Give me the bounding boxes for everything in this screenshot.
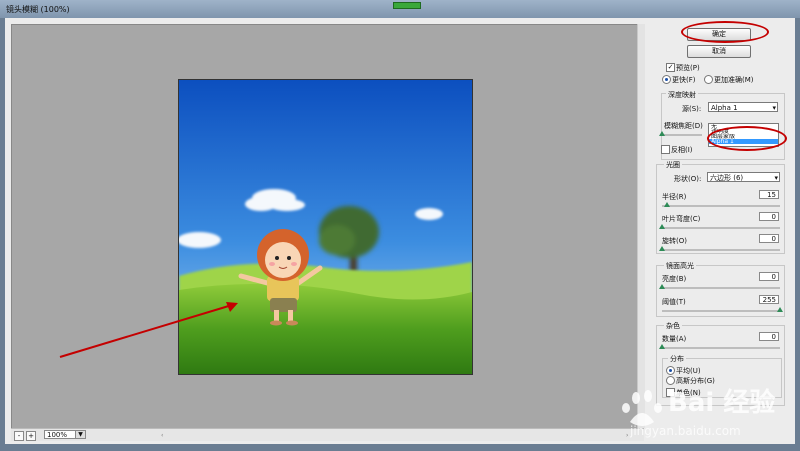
watermark: Bai 经验 jingyan.baidu.com <box>612 378 800 449</box>
brightness-label: 亮度(B) <box>662 275 687 283</box>
faster-radio[interactable] <box>662 75 671 84</box>
preview-label: 预览(P) <box>676 64 700 72</box>
zoom-bar: - + 100% ▼ ‹ › <box>11 428 644 441</box>
shape-label: 形状(O): <box>674 175 702 183</box>
rotation-thumb[interactable] <box>659 246 665 251</box>
zoom-value: 100% <box>47 431 68 439</box>
zoom-in-button[interactable]: + <box>26 431 36 441</box>
rotation-label: 旋转(O) <box>662 237 687 245</box>
watermark-url: jingyan.baidu.com <box>630 424 741 438</box>
cancel-button[interactable]: 取消 <box>687 45 751 58</box>
radius-thumb[interactable] <box>664 202 670 207</box>
threshold-label: 阈值(T) <box>662 298 686 306</box>
source-select[interactable]: Alpha 1 ▾ <box>708 102 778 112</box>
invert-checkbox[interactable] <box>661 145 670 154</box>
highlight-ok-oval <box>681 21 769 43</box>
distribution-title: 分布 <box>668 354 686 364</box>
svg-text:‹: ‹ <box>161 432 163 438</box>
source-label: 源(S): <box>682 105 702 113</box>
blade-curvature-label: 叶片弯度(C) <box>662 215 701 223</box>
brightness-slider[interactable] <box>662 287 780 289</box>
radius-label: 半径(R) <box>662 193 687 201</box>
radius-slider[interactable] <box>662 205 780 207</box>
blade-curvature-input[interactable]: 0 <box>759 212 779 221</box>
more-accurate-label: 更加准确(M) <box>714 76 754 84</box>
chevron-down-icon: ▾ <box>774 174 778 182</box>
more-accurate-radio[interactable] <box>704 75 713 84</box>
specular-title: 镜面高光 <box>664 261 696 271</box>
amount-label: 数量(A) <box>662 335 687 343</box>
iris-title: 光圈 <box>664 160 682 170</box>
brightness-thumb[interactable] <box>659 284 665 289</box>
shape-select[interactable]: 六边形 (6) ▾ <box>707 172 780 182</box>
amount-thumb[interactable] <box>659 344 665 349</box>
blur-focal-label: 模糊焦距(D) <box>664 122 703 130</box>
horizontal-scrollbar[interactable]: ‹ › <box>161 431 631 438</box>
zoom-select[interactable]: 100% ▼ <box>44 430 86 439</box>
rotation-input[interactable]: 0 <box>759 234 779 243</box>
watermark-text: Bai 经验 <box>668 388 776 418</box>
threshold-input[interactable]: 255 <box>759 295 779 304</box>
brightness-input[interactable]: 0 <box>759 272 779 281</box>
chevron-down-icon: ▾ <box>772 104 776 112</box>
amount-input[interactable]: 0 <box>759 332 779 341</box>
depth-map-title: 深度映射 <box>666 90 698 100</box>
rotation-slider[interactable] <box>662 249 780 251</box>
chevron-down-icon: ▼ <box>75 431 85 438</box>
threshold-thumb[interactable] <box>777 307 783 312</box>
radius-input[interactable]: 15 <box>759 190 779 199</box>
blur-focal-slider[interactable] <box>662 134 702 136</box>
preview-checkbox[interactable]: ✓ <box>666 63 675 72</box>
amount-slider[interactable] <box>662 347 780 349</box>
faster-label: 更快(F) <box>672 76 696 84</box>
zoom-out-button[interactable]: - <box>14 431 24 441</box>
invert-label: 反相(I) <box>671 146 693 154</box>
blade-curvature-thumb[interactable] <box>659 224 665 229</box>
highlight-alpha-oval <box>707 126 787 151</box>
shape-value: 六边形 (6) <box>710 174 744 182</box>
threshold-slider[interactable] <box>662 310 780 312</box>
blur-focal-thumb[interactable] <box>659 131 665 136</box>
source-value: Alpha 1 <box>711 104 738 112</box>
blade-curvature-slider[interactable] <box>662 227 780 229</box>
uniform-radio[interactable] <box>666 366 675 375</box>
uniform-label: 平均(U) <box>676 367 701 375</box>
noise-title: 杂色 <box>664 321 682 331</box>
